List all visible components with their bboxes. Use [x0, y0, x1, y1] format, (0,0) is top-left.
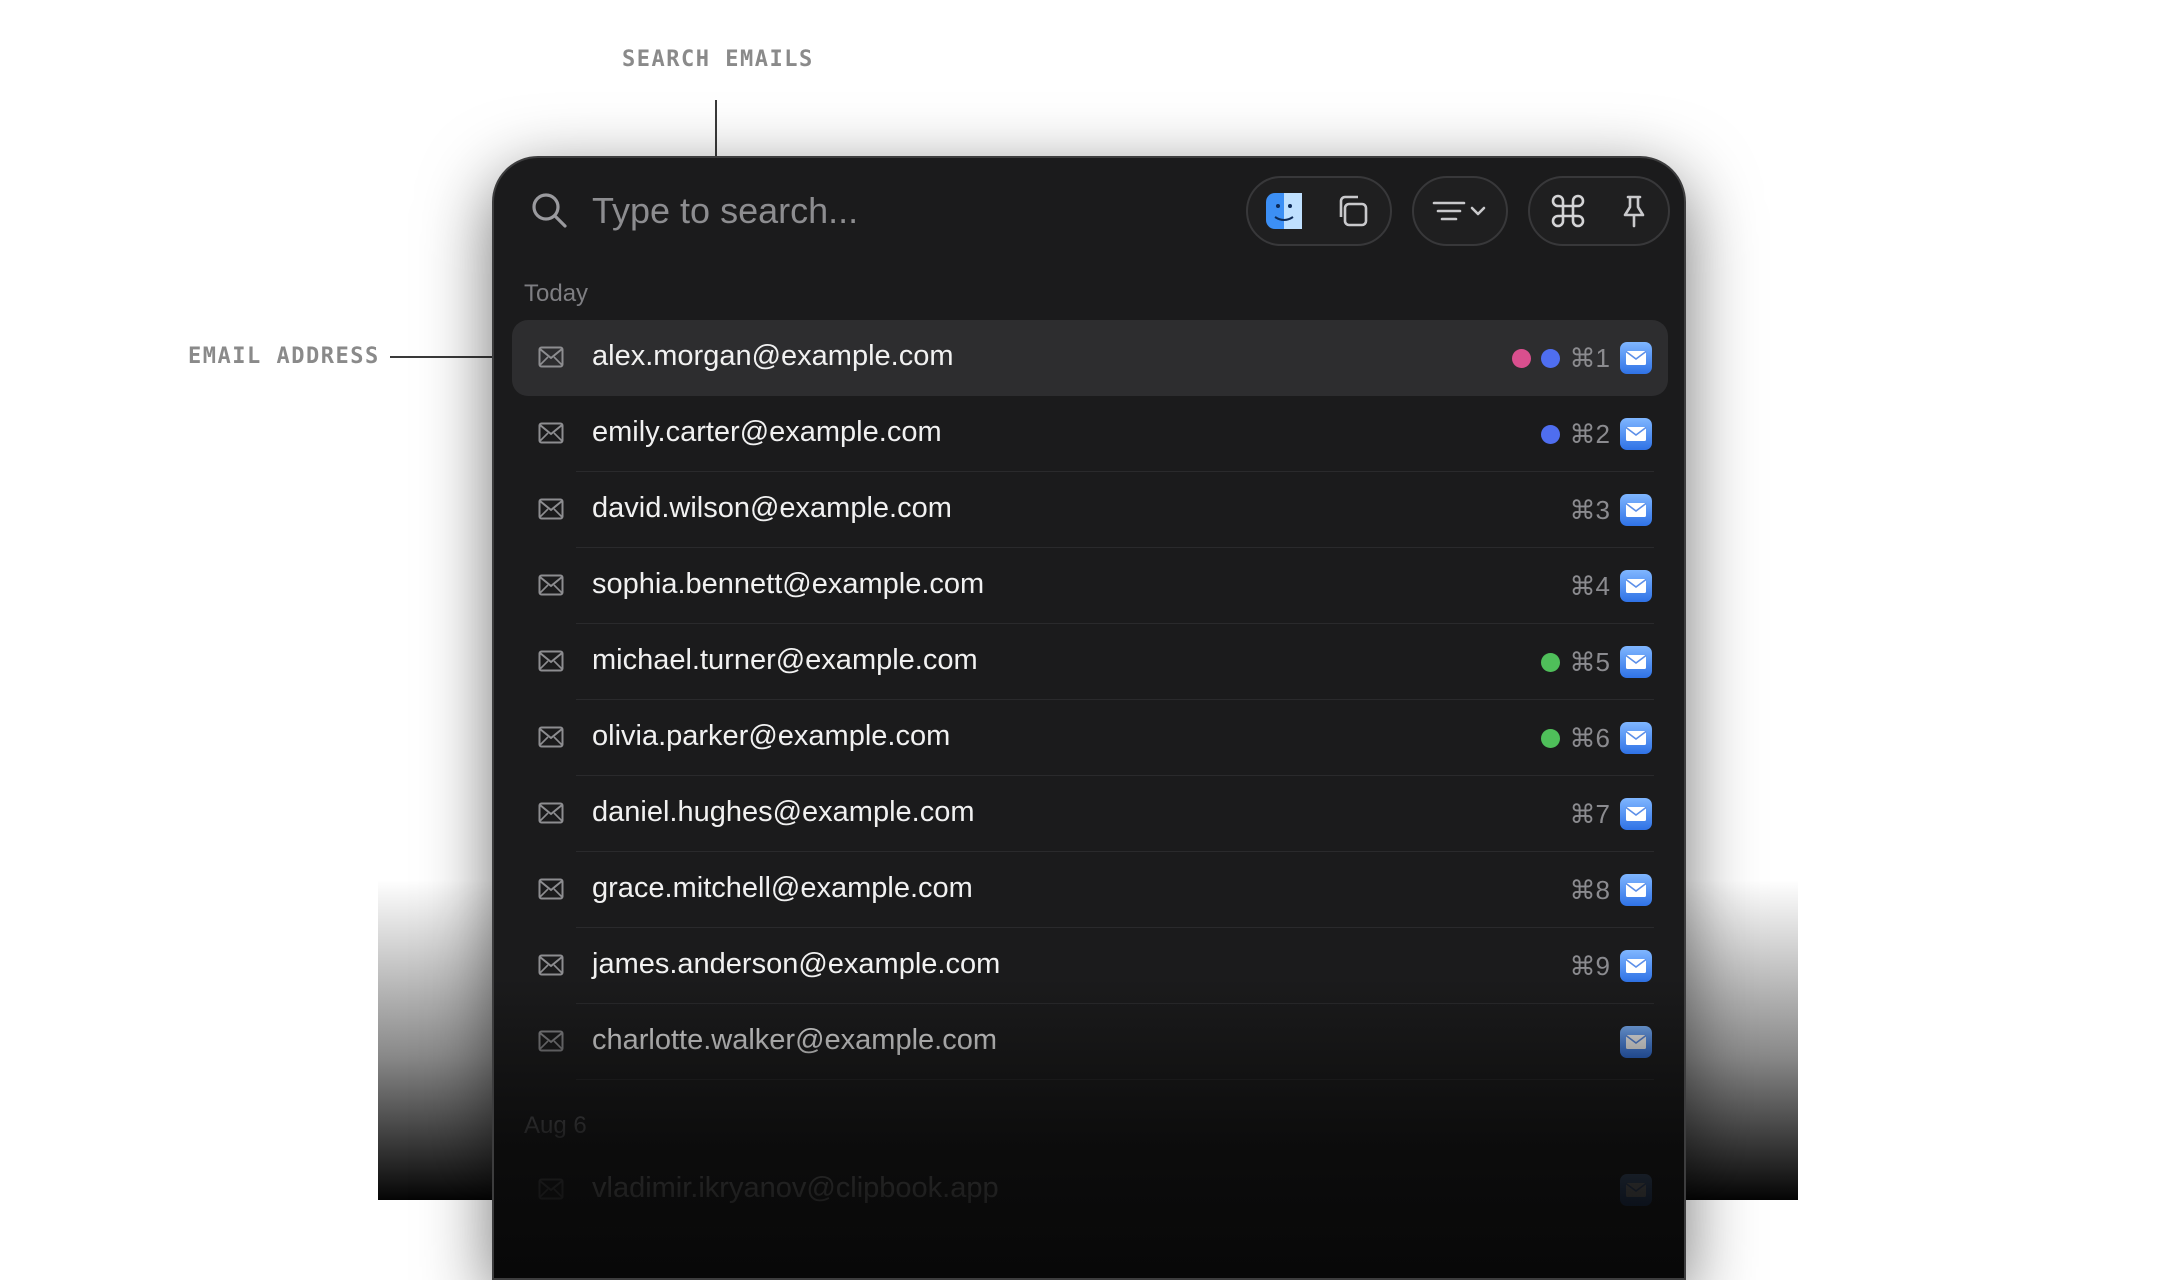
row-divider — [576, 1079, 1654, 1080]
email-row[interactable]: emily.carter@example.com ⌘2 — [512, 396, 1668, 472]
row-meta: ⌘3 — [1570, 492, 1652, 528]
copy-icon — [1339, 195, 1368, 227]
row-meta: ⌘5 — [1540, 644, 1652, 680]
shortcut-label: ⌘5 — [1569, 646, 1610, 677]
email-row[interactable]: vladimir.ikryanov@clipbook.app — [512, 1152, 1668, 1228]
envelope-icon — [538, 346, 564, 368]
filter-button[interactable] — [1430, 189, 1494, 233]
search-icon — [532, 193, 567, 228]
email-address: charlotte.walker@example.com — [592, 1024, 997, 1056]
email-row[interactable]: james.anderson@example.com ⌘9 — [512, 928, 1668, 1004]
filter-icon — [1432, 201, 1486, 221]
email-address: david.wilson@example.com — [592, 492, 952, 524]
envelope-icon — [538, 1030, 564, 1052]
email-row[interactable]: david.wilson@example.com ⌘3 — [512, 472, 1668, 548]
finder-icon — [1266, 193, 1302, 229]
email-address: emily.carter@example.com — [592, 416, 942, 448]
email-address: alex.morgan@example.com — [592, 340, 954, 372]
mail-app-icon — [1620, 570, 1652, 602]
filter-pill[interactable] — [1412, 176, 1508, 246]
tag-dot — [1511, 348, 1531, 368]
shortcut-label: ⌘7 — [1569, 798, 1610, 829]
mail-app-icon — [1620, 342, 1652, 374]
email-address: sophia.bennett@example.com — [592, 568, 985, 600]
section-header: Aug 6 — [524, 1112, 587, 1139]
search-bar — [494, 158, 1684, 268]
command-button[interactable] — [1546, 189, 1590, 233]
envelope-icon — [538, 802, 564, 824]
shortcut-label: ⌘3 — [1569, 494, 1610, 525]
row-meta: ⌘6 — [1540, 720, 1652, 756]
tag-dot — [1540, 652, 1560, 672]
row-divider — [576, 1227, 1654, 1228]
email-address: james.anderson@example.com — [592, 948, 1001, 980]
email-row[interactable]: daniel.hughes@example.com ⌘7 — [512, 776, 1668, 852]
envelope-icon — [538, 1178, 564, 1200]
email-row[interactable]: olivia.parker@example.com ⌘6 — [512, 700, 1668, 776]
envelope-icon — [538, 498, 564, 520]
envelope-icon — [538, 878, 564, 900]
email-address: daniel.hughes@example.com — [592, 796, 975, 828]
tag-dot — [1540, 728, 1560, 748]
email-row[interactable]: michael.turner@example.com ⌘5 — [512, 624, 1668, 700]
email-row[interactable]: grace.mitchell@example.com ⌘8 — [512, 852, 1668, 928]
shortcut-label: ⌘2 — [1569, 418, 1610, 449]
shortcut-label: ⌘4 — [1569, 570, 1610, 601]
mail-app-icon — [1620, 798, 1652, 830]
row-meta: ⌘4 — [1570, 568, 1652, 604]
mail-app-icon — [1620, 1026, 1652, 1058]
email-address: olivia.parker@example.com — [592, 720, 951, 752]
source-pill — [1246, 176, 1392, 246]
row-meta — [1620, 1024, 1652, 1060]
mail-app-icon — [1620, 722, 1652, 754]
shortcut-label: ⌘8 — [1569, 874, 1610, 905]
mail-app-icon — [1620, 494, 1652, 526]
actions-pill — [1528, 176, 1670, 246]
shortcut-label: ⌘9 — [1569, 950, 1610, 981]
email-row[interactable]: sophia.bennett@example.com ⌘4 — [512, 548, 1668, 624]
tag-dot — [1540, 348, 1560, 368]
email-address: grace.mitchell@example.com — [592, 872, 973, 904]
envelope-icon — [538, 954, 564, 976]
row-meta: ⌘8 — [1570, 872, 1652, 908]
envelope-icon — [538, 726, 564, 748]
row-meta — [1620, 1172, 1652, 1208]
section-header: Today — [524, 280, 589, 307]
shortcut-label: ⌘1 — [1569, 342, 1610, 373]
mail-app-icon — [1620, 1174, 1652, 1206]
mail-app-icon — [1620, 874, 1652, 906]
envelope-icon — [538, 650, 564, 672]
callout-search-label: SEARCH EMAILS — [622, 47, 814, 72]
command-icon — [1551, 194, 1585, 228]
email-row[interactable]: charlotte.walker@example.com — [512, 1004, 1668, 1080]
email-address: vladimir.ikryanov@clipbook.app — [592, 1172, 999, 1204]
row-meta: ⌘7 — [1570, 796, 1652, 832]
mail-app-icon — [1620, 646, 1652, 678]
search-input[interactable] — [590, 184, 1214, 238]
row-meta: ⌘9 — [1570, 948, 1652, 984]
mail-app-icon — [1620, 950, 1652, 982]
clipboard-window: Today alex.morgan@example.com ⌘1 emily.cart… — [492, 156, 1686, 1280]
row-meta: ⌘2 — [1540, 416, 1652, 452]
shortcut-label: ⌘6 — [1569, 722, 1610, 753]
tag-dot — [1540, 424, 1560, 444]
pin-button[interactable] — [1612, 189, 1656, 233]
email-address: michael.turner@example.com — [592, 644, 978, 676]
envelope-icon — [538, 422, 564, 444]
finder-button[interactable] — [1262, 189, 1306, 233]
email-row[interactable]: alex.morgan@example.com ⌘1 — [512, 320, 1668, 396]
callout-email-label: EMAIL ADDRESS — [188, 344, 380, 369]
mail-app-icon — [1620, 418, 1652, 450]
copy-button[interactable] — [1330, 189, 1374, 233]
envelope-icon — [538, 574, 564, 596]
row-meta: ⌘1 — [1511, 340, 1652, 376]
pin-icon — [1623, 195, 1645, 228]
